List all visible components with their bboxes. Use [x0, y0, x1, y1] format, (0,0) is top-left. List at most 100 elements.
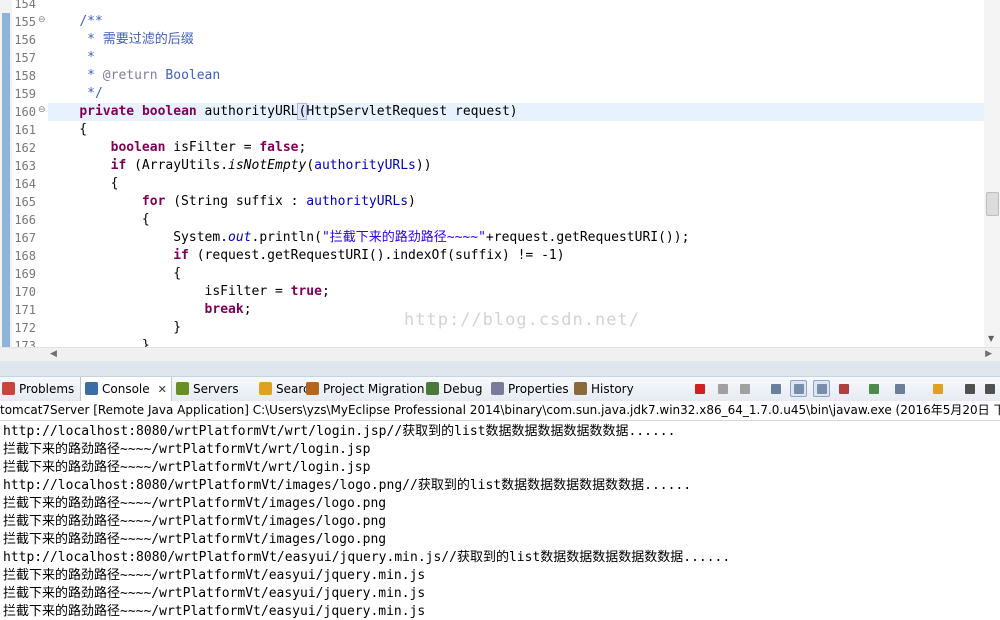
console-line: 拦截下来的路劲路径~~~~/wrtPlatformVt/easyui/jquer… — [3, 586, 426, 601]
terminate-icon[interactable] — [692, 381, 708, 397]
code-line[interactable]: boolean isFilter = false; — [48, 139, 984, 157]
scrollbar-thumb[interactable] — [986, 192, 999, 216]
code-line[interactable]: { — [48, 121, 984, 139]
word-wrap-icon[interactable] — [813, 380, 830, 397]
console-line: 拦截下来的路劲路径~~~~/wrtPlatformVt/easyui/jquer… — [3, 568, 426, 583]
tab-project-migration[interactable]: Project Migration — [306, 377, 424, 401]
tab-label: History — [591, 382, 634, 396]
change-marker — [2, 85, 10, 103]
change-marker — [2, 139, 10, 157]
code-line[interactable]: } — [48, 337, 984, 347]
button-glyph — [740, 384, 750, 394]
line-number: 163 — [14, 159, 36, 173]
view-tab-bar: Problems Console ✕ Servers Search Project Mig… — [0, 376, 1000, 402]
display-console-icon[interactable] — [892, 381, 908, 397]
close-icon[interactable]: ✕ — [158, 383, 167, 396]
tab-debug[interactable]: Debug — [426, 377, 482, 401]
fold-toggle-icon[interactable]: ⊖ — [38, 106, 47, 115]
change-marker — [2, 121, 10, 139]
code-token: } — [48, 338, 150, 347]
code-token: for — [141, 194, 166, 209]
change-marker — [2, 337, 10, 347]
code-line[interactable]: if (request.getRequestURI().indexOf(suff… — [48, 247, 984, 265]
line-number: 157 — [14, 51, 36, 65]
code-editor[interactable]: 154 155 ⊖ 156 157 158 159 160 ⊖ 161 162 163 164 165 16… — [0, 0, 1000, 347]
line-number: 161 — [14, 123, 36, 137]
pin-console-icon[interactable] — [866, 381, 882, 397]
watermark: http://blog.csdn.net/ — [404, 310, 640, 330]
button-glyph — [965, 384, 975, 394]
code-line[interactable]: * @return Boolean — [48, 67, 984, 85]
code-token: authorityURL — [196, 104, 299, 119]
code-token: { — [48, 212, 150, 227]
code-area[interactable]: /** * 需要过滤的后缀 * * @return Boolean */ pri… — [48, 0, 984, 347]
code-token: boolean — [110, 140, 166, 155]
line-number: 165 — [14, 195, 36, 209]
clear-console-icon[interactable] — [768, 381, 784, 397]
scroll-lock-icon[interactable] — [790, 380, 807, 397]
code-token: { — [48, 266, 182, 281]
code-line[interactable]: System.out.println("拦截下来的路劲路径~~~~"+reque… — [48, 229, 984, 247]
tab-console[interactable]: Console ✕ — [80, 377, 172, 402]
change-marker — [2, 319, 10, 337]
code-line[interactable]: /** — [48, 13, 984, 31]
code-line[interactable]: { — [48, 265, 984, 283]
panel-separator[interactable] — [0, 361, 1000, 376]
code-token: ) — [408, 194, 416, 209]
code-line[interactable]: * 需要过滤的后缀 — [48, 31, 984, 49]
code-token: ; — [321, 284, 330, 299]
minimize-icon[interactable] — [962, 381, 978, 397]
console-line: http://localhost:8080/wrtPlatformVt/easy… — [3, 550, 731, 565]
maximize-icon[interactable] — [982, 381, 998, 397]
servers-icon — [176, 382, 189, 395]
code-line[interactable]: if (ArrayUtils.isNotEmpty(authorityURLs)… — [48, 157, 984, 175]
tab-properties[interactable]: Properties — [491, 377, 569, 401]
scroll-down-icon[interactable]: ▼ — [988, 334, 994, 343]
code-line[interactable]: * — [48, 49, 984, 67]
code-token: @return — [102, 68, 158, 83]
code-line[interactable] — [48, 0, 984, 13]
change-marker — [2, 211, 10, 229]
console-output[interactable]: http://localhost:8080/wrtPlatformVt/wrt/… — [0, 420, 1000, 620]
button-glyph — [771, 384, 781, 394]
change-marker — [2, 301, 10, 319]
code-token: isFilter = — [165, 140, 260, 155]
code-line-current[interactable]: private boolean authorityURL(HttpServlet… — [48, 103, 984, 121]
code-line[interactable]: { — [48, 211, 984, 229]
code-line[interactable]: for (String suffix : authorityURLs) — [48, 193, 984, 211]
scrollbar-corner — [0, 347, 48, 362]
fold-toggle-icon[interactable]: ⊖ — [38, 16, 47, 25]
properties-icon — [491, 382, 504, 395]
line-number: 156 — [14, 33, 36, 47]
code-token: isFilter = — [48, 284, 291, 299]
button-glyph — [839, 384, 849, 394]
tab-servers[interactable]: Servers — [176, 377, 239, 401]
open-console-icon[interactable] — [930, 381, 946, 397]
code-token: isNotEmpty — [228, 158, 307, 173]
code-line[interactable]: */ — [48, 85, 984, 103]
code-line[interactable]: { — [48, 175, 984, 193]
editor-vertical-scrollbar[interactable]: ▼ — [984, 0, 1000, 347]
line-number: 155 — [14, 15, 36, 29]
change-marker — [2, 31, 10, 49]
button-glyph — [933, 384, 943, 394]
tab-label: Properties — [508, 382, 569, 396]
code-token: boolean — [141, 104, 197, 119]
code-token: * — [87, 68, 103, 83]
code-token: System. — [48, 230, 229, 245]
scroll-left-icon[interactable]: ◀ — [50, 349, 57, 359]
remove-all-icon[interactable] — [737, 381, 753, 397]
remove-launch-icon[interactable] — [715, 381, 731, 397]
code-token: */ — [87, 86, 103, 101]
scroll-right-icon[interactable]: ▶ — [985, 349, 992, 359]
line-number: 171 — [14, 303, 36, 317]
tab-history[interactable]: History — [574, 377, 634, 401]
tab-problems[interactable]: Problems — [2, 377, 74, 401]
editor-horizontal-scrollbar[interactable]: ◀ ▶ — [48, 347, 1000, 362]
code-line[interactable]: isFilter = true; — [48, 283, 984, 301]
show-on-output-icon[interactable] — [836, 381, 852, 397]
line-number: 169 — [14, 267, 36, 281]
